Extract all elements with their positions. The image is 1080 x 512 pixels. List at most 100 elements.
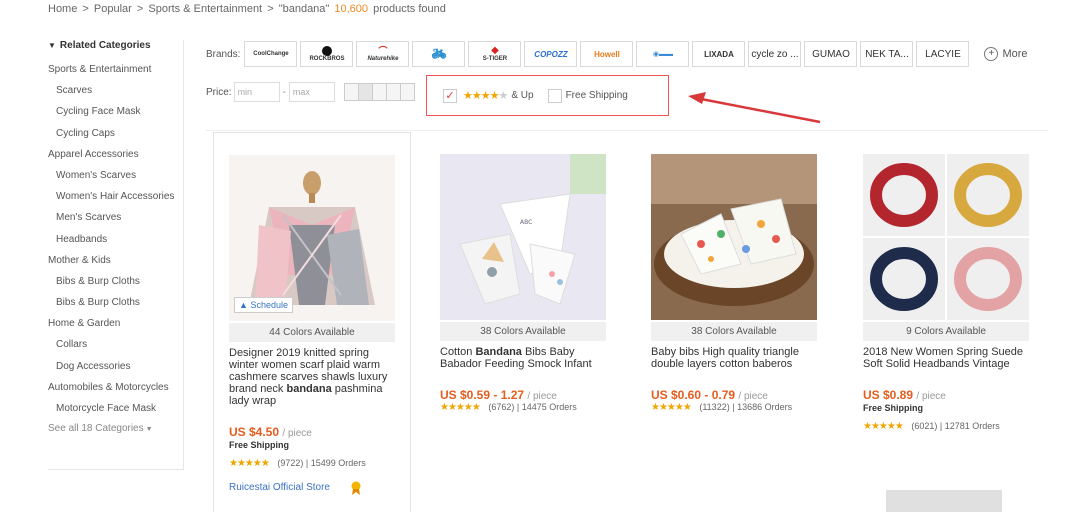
more-brands-button[interactable]: + More	[984, 47, 1028, 61]
subcategory-link[interactable]: Women's Scarves	[48, 165, 183, 186]
product-card[interactable]: 38 Colors Available Baby bibs High quali…	[636, 132, 834, 512]
product-image-scarf[interactable]: ▲ Schedule	[229, 155, 395, 321]
rating-checkbox[interactable]: ✓	[443, 88, 457, 103]
brand-cycle-zone[interactable]: cycle zo ...	[748, 41, 802, 67]
review-count[interactable]: (6021)	[911, 421, 937, 431]
plus-icon: +	[984, 47, 999, 61]
brand-blue-logo[interactable]: ◉▬▬	[636, 41, 690, 67]
rockbros-logo-icon	[321, 46, 332, 56]
medal-icon	[351, 481, 361, 495]
subcategory-link[interactable]: Scarves	[48, 80, 183, 101]
breadcrumb-home[interactable]: Home	[48, 3, 77, 15]
grid-view-button[interactable]	[343, 83, 359, 101]
product-image-bibs[interactable]: ABC	[440, 154, 606, 320]
product-image-headbands[interactable]	[863, 154, 1029, 320]
store-link[interactable]: Ruicestai Official Store	[229, 482, 330, 493]
star-rating-icon: ★★★★★	[440, 402, 481, 413]
product-price: US $4.50 / piece	[229, 425, 312, 439]
subcategory-link[interactable]: Headbands	[48, 229, 183, 250]
bicycle-logo-icon: 🚲︎	[431, 47, 447, 61]
rating-orders: ★★★★★ (9722) | 15499 Orders	[229, 458, 366, 469]
breadcrumb-category[interactable]: Sports & Entertainment	[148, 3, 262, 15]
product-card[interactable]: ABC 38 Colors Available Cotton Bandana B…	[425, 132, 623, 512]
breadcrumb-query: "bandana"	[278, 3, 330, 15]
order-count: 14475 Orders	[521, 402, 577, 412]
product-title[interactable]: Designer 2019 knitted spring winter wome…	[229, 347, 401, 407]
subcategory-link[interactable]: Women's Hair Accessories	[48, 186, 183, 207]
compact-view-button[interactable]	[385, 83, 401, 101]
product-card[interactable]: 9 Colors Available 2018 New Women Spring…	[848, 132, 1046, 512]
brand-s-tiger[interactable]: ◆ S-TIGER	[468, 41, 522, 67]
category-link[interactable]: Sports & Entertainment	[48, 59, 183, 80]
brand-lacyie[interactable]: LACYIE	[916, 41, 970, 67]
list-view-button[interactable]	[371, 83, 387, 101]
product-title[interactable]: 2018 New Women Spring Suede Soft Solid H…	[863, 346, 1035, 370]
schedule-icon: ▲	[239, 300, 248, 310]
subcategory-link[interactable]: Bibs & Burp Cloths	[48, 271, 183, 292]
brand-rockbros[interactable]: ROCKBROS	[300, 41, 354, 67]
subcategory-link[interactable]: Bibs & Burp Cloths	[48, 292, 183, 313]
brand-howell[interactable]: Howell	[580, 41, 634, 67]
brand-bicycle-logo[interactable]: 🚲︎	[412, 41, 466, 67]
page-scrollbar[interactable]	[886, 490, 1002, 512]
naturehike-logo-icon: ⌒	[378, 45, 388, 56]
schedule-badge[interactable]: ▲ Schedule	[234, 297, 293, 313]
rating-up-label: & Up	[511, 90, 534, 101]
order-count: 15499 Orders	[310, 458, 366, 468]
breadcrumb-popular[interactable]: Popular	[94, 3, 132, 15]
review-count[interactable]: (9722)	[277, 458, 303, 468]
rating-orders: ★★★★★ (6021) | 12781 Orders	[863, 421, 1000, 432]
category-link[interactable]: Automobiles & Motorcycles	[48, 377, 183, 398]
category-link[interactable]: Home & Garden	[48, 313, 183, 334]
brand-copozz[interactable]: COPOZZ	[524, 41, 578, 67]
product-title[interactable]: Baby bibs High quality triangle double l…	[651, 346, 823, 370]
review-count[interactable]: (6762)	[488, 402, 514, 412]
brand-naturehike[interactable]: ⌒ Naturehike	[356, 41, 410, 67]
product-image-baby-bibs[interactable]	[651, 154, 817, 320]
subcategory-link[interactable]: Dog Accessories	[48, 356, 183, 377]
related-categories-sidebar: ▼ Related Categories Sports & Entertainme…	[48, 40, 184, 470]
subcategory-link[interactable]: Motorcycle Face Mask	[48, 398, 183, 419]
rating-orders: ★★★★★ (11322) | 13686 Orders	[651, 402, 793, 413]
product-title[interactable]: Cotton Bandana Bibs Baby Babador Feeding…	[440, 346, 612, 370]
gallery-view-button[interactable]	[357, 83, 373, 101]
colors-available: 9 Colors Available	[863, 322, 1029, 341]
rating-shipping-filter-highlight: ✓ ★★★★★ & Up Free Shipping	[426, 75, 669, 116]
price-max-input[interactable]: max	[288, 82, 335, 102]
price-filter: Price: min - max	[206, 82, 415, 102]
rating-orders: ★★★★★ (6762) | 14475 Orders	[440, 402, 577, 413]
brand-coolchange[interactable]: CoolChange	[244, 41, 298, 67]
subcategory-link[interactable]: Cycling Face Mask	[48, 101, 183, 122]
subcategory-link[interactable]: Men's Scarves	[48, 207, 183, 228]
breadcrumb-separator: >	[136, 3, 144, 15]
category-link[interactable]: Mother & Kids	[48, 250, 183, 271]
subcategory-link[interactable]: Collars	[48, 334, 183, 355]
product-price: US $0.60 - 0.79 / piece	[651, 388, 768, 402]
related-categories-title[interactable]: ▼ Related Categories	[48, 40, 183, 51]
star-rating-icon: ★★★★★	[651, 402, 692, 413]
annotation-arrow-icon	[688, 92, 821, 124]
order-count: 13686 Orders	[737, 402, 793, 412]
brands-filter: Brands: CoolChange ROCKBROS ⌒ Naturehike…	[206, 40, 1028, 68]
free-shipping-checkbox[interactable]	[547, 88, 562, 103]
four-star-rating-icon: ★★★★★	[463, 90, 508, 102]
breadcrumb-separator: >	[267, 3, 274, 15]
free-shipping-label: Free Shipping	[229, 440, 290, 450]
review-count[interactable]: (11322)	[699, 402, 729, 412]
product-card[interactable]: ▲ Schedule 44 Colors Available Designer …	[213, 132, 411, 512]
brand-lixada[interactable]: LIXADA	[692, 41, 746, 67]
price-range-dash: -	[282, 86, 286, 98]
svg-text:ABC: ABC	[520, 219, 532, 226]
subcategory-link[interactable]: Cycling Caps	[48, 123, 183, 144]
colors-available: 44 Colors Available	[229, 323, 395, 342]
brand-nek-ta[interactable]: NEK TA...	[860, 41, 914, 67]
brands-label: Brands:	[206, 48, 241, 60]
category-link[interactable]: Apparel Accessories	[48, 144, 183, 165]
colors-available: 38 Colors Available	[440, 322, 606, 341]
price-min-input[interactable]: min	[233, 82, 280, 102]
see-all-categories-link[interactable]: See all 18 Categories ▼	[48, 423, 183, 434]
detail-view-button[interactable]	[399, 83, 415, 101]
view-mode-toggle	[343, 83, 415, 101]
brand-gumao[interactable]: GUMAO	[804, 41, 858, 67]
s-tiger-logo-icon: ◆	[491, 45, 499, 56]
